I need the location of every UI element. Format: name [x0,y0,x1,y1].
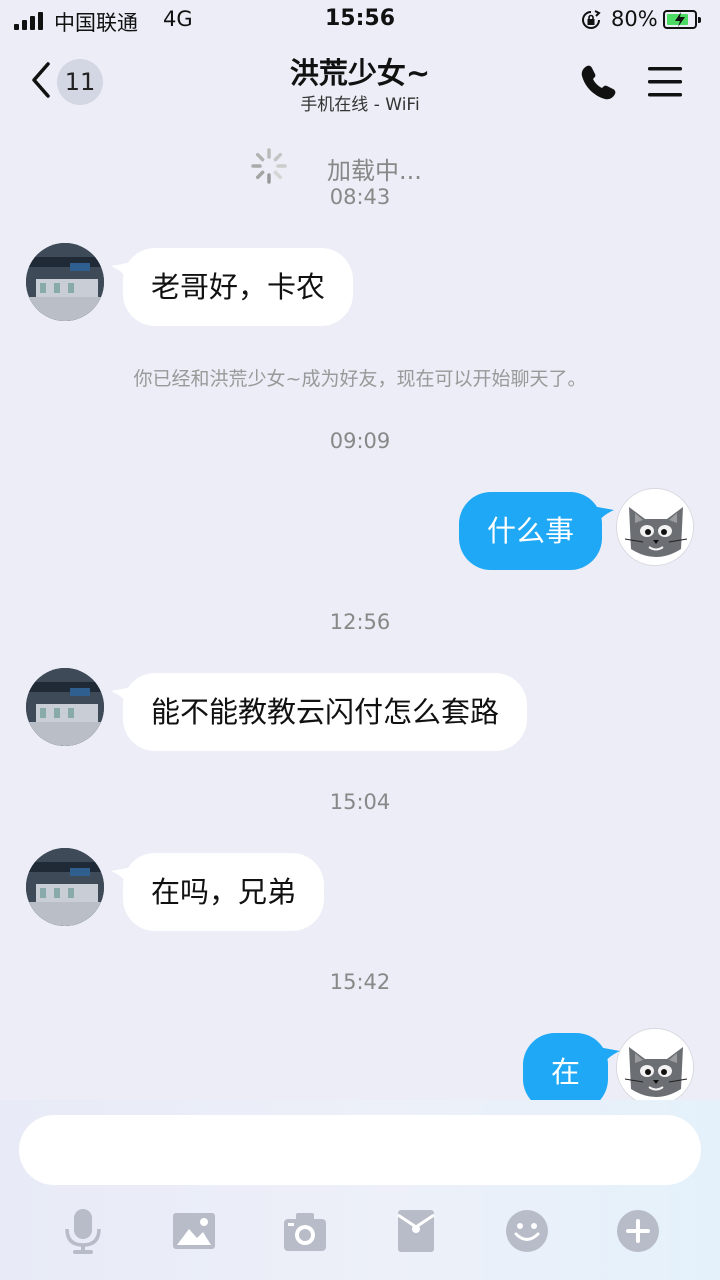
phone-call-icon[interactable] [578,62,618,102]
red-packet-icon[interactable] [392,1207,440,1255]
menu-icon[interactable] [645,64,685,100]
loading-indicator: 加载中... [250,147,450,187]
rotation-lock-icon [582,10,601,29]
input-area [0,1100,720,1280]
nav-bar: 11 洪荒少女~ 手机在线 - WiFi [0,40,720,122]
message-timestamp: 09:09 [329,429,391,453]
image-icon[interactable] [170,1207,218,1255]
system-notice: 你已经和洪荒少女~成为好友，现在可以开始聊天了。 [133,368,587,390]
battery-percent: 80% [611,7,658,31]
message-timestamp: 15:42 [329,970,391,994]
message-text: 什么事 [487,514,575,548]
message-timestamp: 12:56 [329,610,391,634]
message-bubble-incoming[interactable]: 能不能教教云闪付怎么套路 [111,673,528,751]
message-timestamp: 15:04 [329,790,391,814]
my-avatar[interactable] [616,1028,694,1106]
message-text: 在 [551,1055,581,1089]
battery-icon [663,10,701,29]
contact-avatar[interactable] [26,848,104,926]
spinner-icon [251,148,287,184]
message-text: 在吗，兄弟 [151,875,297,909]
my-avatar[interactable] [616,488,694,566]
message-input[interactable] [19,1115,701,1185]
loading-text: 加载中... [327,157,422,185]
status-bar: 中国联通 4G 15:56 80% [0,0,720,40]
message-text: 老哥好，卡农 [151,270,326,304]
message-timestamp: 08:43 [329,185,391,209]
contact-avatar[interactable] [26,668,104,746]
message-text: 能不能教教云闪付怎么套路 [151,695,500,729]
emoji-icon[interactable] [503,1207,551,1255]
plus-icon[interactable] [614,1207,662,1255]
message-bubble-incoming[interactable]: 老哥好，卡农 [111,248,354,326]
microphone-icon[interactable] [59,1207,107,1255]
message-bubble-outgoing[interactable]: 什么事 [459,492,615,570]
contact-avatar[interactable] [26,243,104,321]
message-bubble-incoming[interactable]: 在吗，兄弟 [111,853,325,931]
camera-icon[interactable] [281,1207,329,1255]
